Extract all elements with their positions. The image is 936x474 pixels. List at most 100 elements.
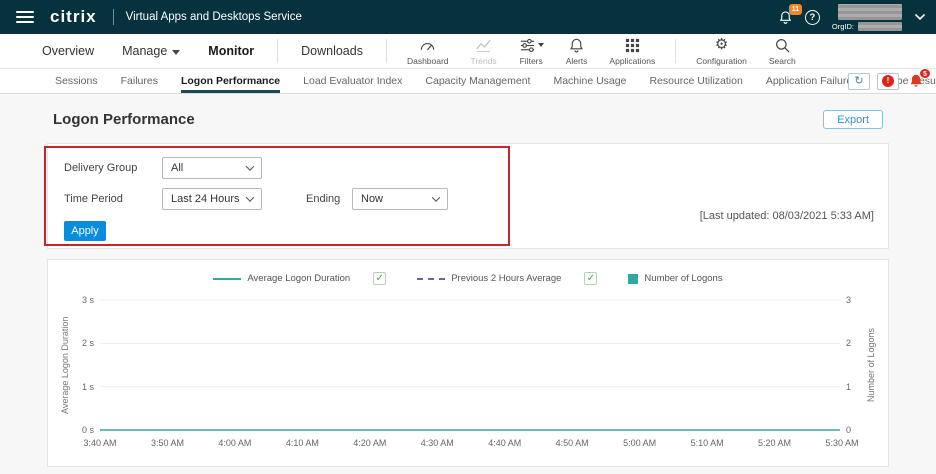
filters-icon <box>519 37 544 54</box>
nav-item-monitor[interactable]: Monitor <box>194 34 268 68</box>
ending-label: Ending <box>306 193 352 205</box>
tab-application-failures[interactable]: Application Failures <box>766 69 858 93</box>
error-indicator-button[interactable] <box>877 73 899 90</box>
search-icon <box>774 37 791 54</box>
org-id-label: OrgID: <box>832 22 854 31</box>
line-swatch-icon <box>213 278 241 280</box>
nav-tool-trends[interactable]: Trends <box>460 34 508 68</box>
nav-item-overview[interactable]: Overview <box>28 34 108 68</box>
page-title: Logon Performance <box>53 111 195 128</box>
tab-capacity-management[interactable]: Capacity Management <box>425 69 530 93</box>
dashed-line-swatch-icon <box>417 278 445 280</box>
legend-label: Previous 2 Hours Average <box>451 273 561 284</box>
nav-tool-filters[interactable]: Filters <box>508 34 555 68</box>
tab-failures[interactable]: Failures <box>121 69 158 93</box>
notifications-bell-icon[interactable]: 11 <box>778 10 793 25</box>
tab-logon-performance[interactable]: Logon Performance <box>181 69 280 93</box>
chart-plot <box>100 299 840 431</box>
nav-item-manage[interactable]: Manage <box>108 34 194 68</box>
top-bar: citrix Virtual Apps and Desktops Service… <box>0 0 936 34</box>
notifications-badge: 11 <box>789 4 802 15</box>
nav-tool-label: Trends <box>471 56 497 66</box>
main-navigation: Overview Manage Monitor Downloads Dashbo… <box>0 34 936 69</box>
time-period-value: Last 24 Hours <box>171 193 239 205</box>
nav-tool-dashboard[interactable]: Dashboard <box>396 34 460 68</box>
delivery-group-dropdown[interactable]: All <box>162 157 262 179</box>
nav-item-label: Monitor <box>208 44 254 58</box>
ending-dropdown[interactable]: Now <box>352 188 448 210</box>
y-tick-label: 3 <box>846 295 851 305</box>
refresh-icon: ↻ <box>854 76 863 87</box>
apply-button[interactable]: Apply <box>64 221 106 241</box>
chevron-down-icon <box>432 193 440 201</box>
square-swatch-icon <box>628 274 638 284</box>
nav-tool-label: Dashboard <box>407 56 449 66</box>
chart-area: Average Logon Duration 3 s 2 s 1 s 0 s 3… <box>58 299 878 431</box>
legend-checkbox-previous-2-hours-average[interactable] <box>584 272 597 285</box>
x-tick-label: 5:00 AM <box>617 438 663 448</box>
nav-item-label: Manage <box>122 44 167 58</box>
tab-resource-utilization[interactable]: Resource Utilization <box>649 69 742 93</box>
chart-plot-svg <box>100 299 840 431</box>
nav-tool-label: Filters <box>520 56 543 66</box>
product-title: Virtual Apps and Desktops Service <box>126 11 302 23</box>
nav-divider <box>277 39 278 63</box>
refresh-button[interactable]: ↻ <box>848 73 870 90</box>
x-tick-label: 5:30 AM <box>819 438 865 448</box>
alerts-bell-icon <box>568 37 585 54</box>
alerts-count-badge: 5 <box>919 68 931 79</box>
legend-item-number-of-logons: Number of Logons <box>628 273 722 284</box>
chevron-down-icon <box>246 162 254 170</box>
nav-item-downloads[interactable]: Downloads <box>287 34 377 68</box>
applications-grid-icon <box>624 37 641 54</box>
tab-sessions[interactable]: Sessions <box>55 69 98 93</box>
x-tick-label: 4:30 AM <box>414 438 460 448</box>
legend-checkbox-average-logon-duration[interactable] <box>373 272 386 285</box>
filter-panel: Delivery Group All Time Period Last 24 H… <box>47 143 889 249</box>
legend-item-average-logon-duration: Average Logon Duration <box>213 273 350 284</box>
time-period-label: Time Period <box>64 193 162 205</box>
account-info: OrgID: <box>832 4 902 31</box>
topbar-divider <box>113 9 114 25</box>
tab-machine-usage[interactable]: Machine Usage <box>553 69 626 93</box>
alerts-indicator[interactable]: 5 <box>908 73 924 89</box>
help-icon[interactable] <box>805 10 820 25</box>
y-tick-label: 0 <box>846 425 851 435</box>
y-tick-label: 3 s <box>82 295 94 305</box>
nav-tool-alerts[interactable]: Alerts <box>555 34 599 68</box>
chart-legend: Average Logon Duration Previous 2 Hours … <box>58 272 878 285</box>
nav-tool-configuration[interactable]: ⚙ Configuration <box>685 34 758 68</box>
time-period-dropdown[interactable]: Last 24 Hours <box>162 188 262 210</box>
tab-load-evaluator-index[interactable]: Load Evaluator Index <box>303 69 402 93</box>
legend-label: Average Logon Duration <box>247 273 350 284</box>
nav-item-label: Downloads <box>301 44 363 58</box>
delivery-group-label: Delivery Group <box>64 162 162 174</box>
x-axis-labels: 3:40 AM 3:50 AM 4:00 AM 4:10 AM 4:20 AM … <box>77 438 865 448</box>
nav-tool-label: Alerts <box>566 56 588 66</box>
chevron-down-icon <box>246 193 254 201</box>
nav-tool-search[interactable]: Search <box>758 34 807 68</box>
ending-value: Now <box>361 193 383 205</box>
export-button[interactable]: Export <box>823 110 883 129</box>
gear-icon: ⚙ <box>715 37 728 54</box>
x-tick-label: 3:50 AM <box>144 438 190 448</box>
dashboard-icon <box>419 37 436 54</box>
nav-tool-label: Search <box>769 56 796 66</box>
account-chevron-down-icon[interactable] <box>914 8 926 26</box>
main-content: Logon Performance Export Delivery Group … <box>0 110 936 467</box>
nav-tool-label: Applications <box>609 56 655 66</box>
nav-tool-applications[interactable]: Applications <box>598 34 666 68</box>
nav-divider <box>386 39 387 63</box>
y-tick-label: 0 s <box>82 425 94 435</box>
x-tick-label: 4:20 AM <box>347 438 393 448</box>
error-icon <box>882 75 894 87</box>
trends-icon <box>475 37 492 54</box>
logon-performance-chart-card: Average Logon Duration Previous 2 Hours … <box>47 259 889 467</box>
x-tick-label: 4:10 AM <box>279 438 325 448</box>
monitor-tab-bar: Sessions Failures Logon Performance Load… <box>0 69 936 94</box>
hamburger-menu-icon[interactable] <box>16 11 34 23</box>
redacted-org-id <box>858 22 902 31</box>
chevron-down-icon <box>172 50 180 55</box>
y-axis-left-ticks: 3 s 2 s 1 s 0 s <box>72 299 100 431</box>
chevron-down-icon <box>538 43 544 47</box>
